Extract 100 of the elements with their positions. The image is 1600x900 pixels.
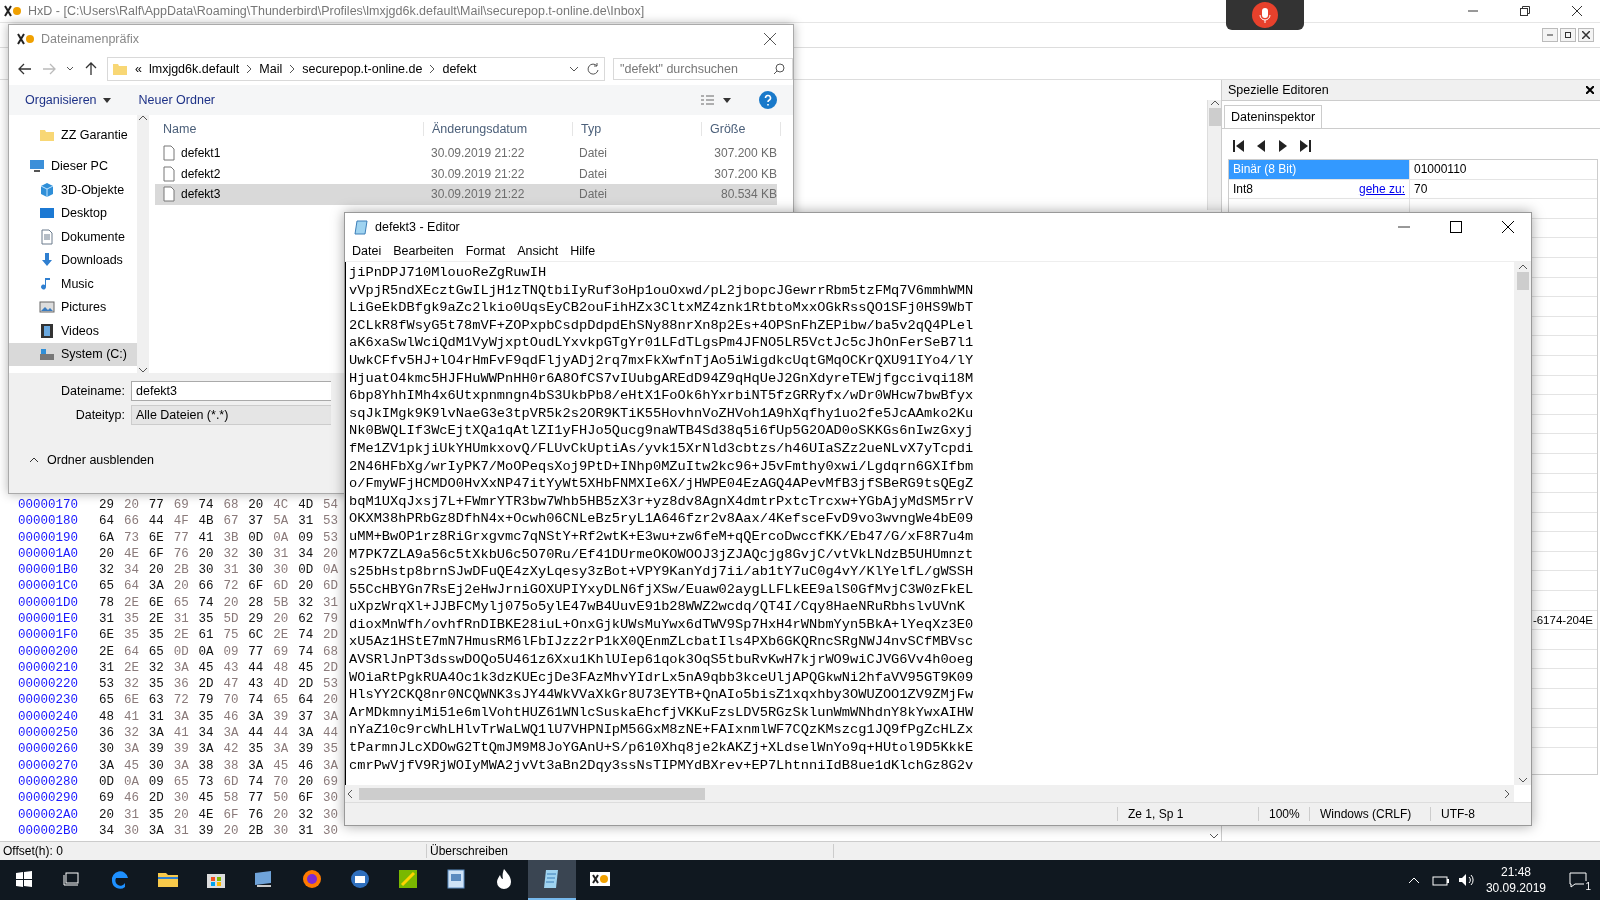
view-options-icon[interactable] [701, 94, 731, 106]
hex-byte: 3A [273, 742, 290, 757]
close-button[interactable] [1586, 86, 1594, 94]
nav-item[interactable]: Desktop [9, 201, 138, 225]
nav-item[interactable]: Videos [9, 319, 138, 343]
breadcrumb-item[interactable]: « [135, 62, 142, 76]
chevron-up-icon[interactable] [1407, 876, 1420, 884]
hex-byte: 20 [298, 774, 315, 789]
breadcrumb-item[interactable]: defekt [442, 62, 477, 76]
text-line: fMe1ZV1pkjiUkYHUmkxovQ/FLUvCkUptiAs/yvk15XrNld3cbtzs/h46UIaSZz2ueNLvX7yTcpdi [349, 439, 975, 458]
microphone-icon[interactable] [1252, 2, 1278, 28]
nav-item[interactable]: Music [9, 272, 138, 296]
hex-byte: 44 [323, 726, 340, 741]
nav-item[interactable]: Dokumente [9, 225, 138, 249]
hex-byte: 20 [223, 823, 240, 838]
menu-item[interactable]: Format [460, 241, 511, 261]
goto-link[interactable]: gehe zu: [1358, 181, 1405, 196]
hex-byte: 35 [198, 709, 215, 724]
hex-byte: 3A [99, 758, 115, 773]
hex-byte: 2D [298, 677, 315, 692]
hex-byte: 32 [123, 677, 140, 692]
nav-item[interactable]: Pictures [9, 295, 138, 319]
first-icon[interactable] [1232, 139, 1246, 153]
file-name[interactable]: defekt1 [181, 146, 221, 161]
hex-byte: 35 [248, 742, 265, 757]
organize-button[interactable]: Organisieren [25, 93, 111, 107]
restore-icon [1565, 32, 1571, 38]
text-line: 2N46HFbXg/wrIyPK7/MoOPeqsXoj9PtD+INhp0MZuItw2kc96+J5vFmthy0xwi/Lgdqrn6GXIfbm [349, 457, 975, 476]
scrollbar[interactable] [1206, 100, 1222, 210]
scroll-up-icon [1518, 264, 1527, 270]
column-header[interactable]: Name [155, 122, 424, 136]
hex-byte: 30 [198, 563, 215, 578]
breadcrumb-item[interactable]: securepop.t-online.de [302, 62, 423, 76]
file-name[interactable]: defekt2 [181, 166, 221, 181]
scroll-thumb[interactable] [1516, 272, 1529, 290]
chevron-down-icon[interactable] [569, 64, 579, 74]
refresh-icon[interactable] [586, 62, 600, 76]
menu-item[interactable]: Bearbeiten [388, 241, 459, 261]
menu-item[interactable]: Ansicht [512, 241, 564, 261]
hex-byte: 64 [99, 514, 115, 529]
scrollbar[interactable] [345, 785, 1514, 802]
hex-byte: 44 [273, 726, 290, 741]
hex-byte: 74 [298, 628, 315, 643]
battery-icon[interactable] [1431, 873, 1450, 887]
scrollbar[interactable] [1514, 262, 1531, 785]
column-header[interactable]: Typ [573, 122, 702, 136]
hex-byte: 77 [248, 791, 265, 806]
hex-byte: 45 [273, 758, 290, 773]
scroll-left-icon [347, 789, 353, 798]
speaker-icon[interactable] [1457, 873, 1476, 887]
menu-item[interactable]: Hilfe [565, 241, 601, 261]
hex-byte: 2D [198, 677, 215, 692]
column-header[interactable]: Größe [702, 122, 781, 136]
hex-byte: 6C [248, 628, 265, 643]
scrollbar[interactable] [137, 115, 149, 373]
hex-byte: 39 [173, 742, 190, 757]
text-line: xU5Az1HStE7mN7HmusRM6lFbIJzz2rP1kX0QEnmZLcbatIls4PXb6GKQRncSRgNWJ4nvSCfMBVsc [349, 633, 975, 652]
close-button[interactable] [1578, 28, 1594, 42]
hex-byte: 47 [223, 677, 240, 692]
hex-byte: 3A [223, 726, 240, 741]
offset-label: 00000190 [18, 530, 79, 545]
filetype-dropdown[interactable]: Alle Dateien (*.*) [131, 405, 331, 425]
chevron-right-icon [429, 65, 436, 73]
scroll-thumb[interactable] [1208, 108, 1221, 126]
search-field[interactable]: "defekt" durchsuchen [613, 58, 793, 80]
hex-byte: 20 [323, 546, 340, 561]
tab[interactable]: Dateninspektor [1224, 105, 1323, 128]
hide-folders-button[interactable]: Ordner ausblenden [21, 453, 155, 467]
back-arrow-icon[interactable] [17, 61, 33, 77]
clock-date[interactable]: 30.09.2019 [1485, 880, 1546, 896]
hex-byte: 34 [99, 823, 115, 838]
nav-item[interactable]: Downloads [9, 248, 138, 272]
text-line: cmrPwVjfV9RjWOIyMWA2jvVt3aBn2Dqy3ssNsTIPMYdBXrev+EP7LhtnniIdB8ue1dKlchGz8G2v [349, 756, 975, 775]
taskbar-app[interactable] [528, 860, 576, 900]
filename-field[interactable]: defekt3 [131, 381, 331, 401]
row-label: Binär (8 Bit) [1233, 162, 1297, 177]
column-header[interactable]: Änderungsdatum [424, 122, 573, 136]
new-folder-button[interactable]: Neuer Ordner [138, 93, 215, 107]
nav-item[interactable]: System (C:) [9, 342, 138, 366]
help-icon[interactable] [759, 91, 777, 109]
clock-time[interactable]: 21:48 [1500, 864, 1531, 880]
hex-byte: 67 [223, 514, 240, 529]
restore-button[interactable] [1560, 28, 1576, 42]
hex-byte: 32 [123, 726, 140, 741]
nav-item[interactable]: Dieser PC [9, 154, 138, 178]
hex-byte: 79 [198, 693, 215, 708]
last-icon[interactable] [1298, 139, 1312, 153]
file-name[interactable]: defekt3 [181, 187, 221, 202]
hex-byte: 68 [323, 644, 340, 659]
hex-byte: 45 [198, 791, 215, 806]
breadcrumb-item[interactable]: lmxjgd6k.default [148, 62, 240, 76]
offset-label: 000001E0 [18, 612, 79, 626]
hex-byte: 28 [248, 595, 265, 610]
breadcrumb-item[interactable]: Mail [259, 62, 283, 76]
nav-item[interactable]: ZZ Garantie [9, 123, 138, 147]
notification-button[interactable]: 1 [1556, 860, 1600, 900]
nav-item[interactable]: 3D-Objekte [9, 178, 138, 202]
menu-item[interactable]: Datei [347, 241, 387, 261]
up-arrow-icon[interactable] [83, 61, 99, 77]
folder-icon [112, 61, 128, 77]
